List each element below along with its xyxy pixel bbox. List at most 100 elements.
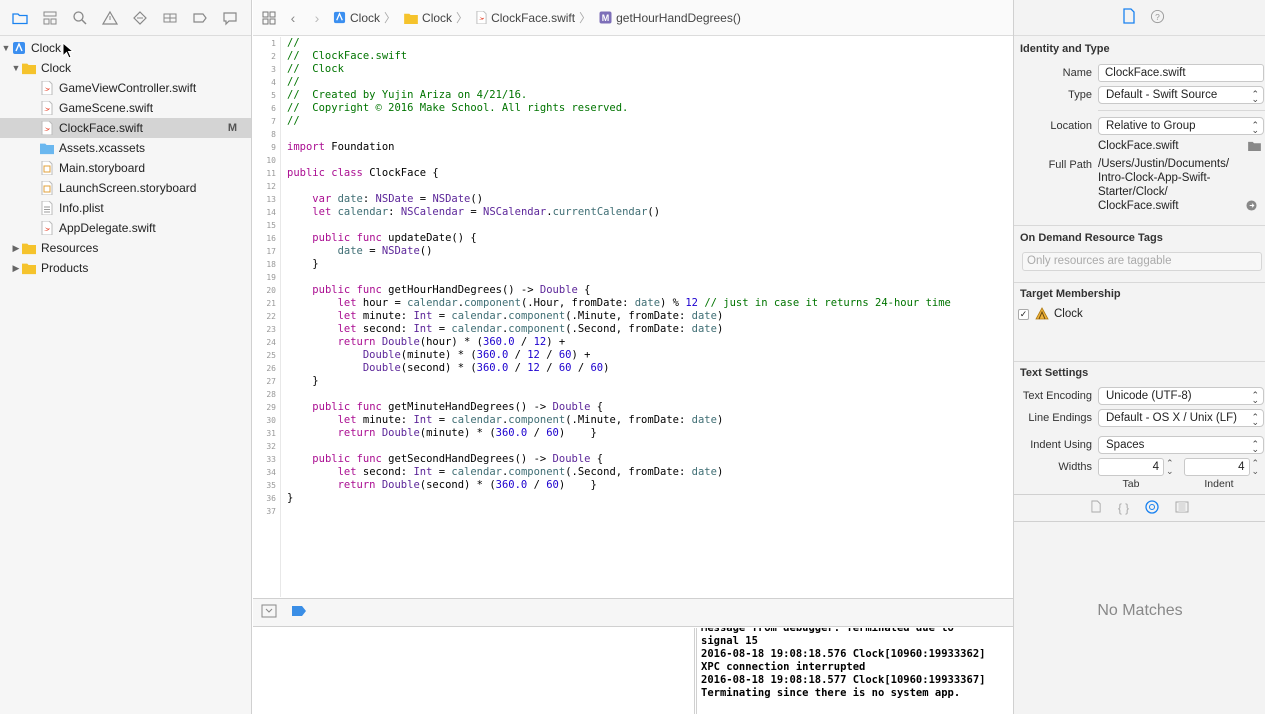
code-line: return Double(hour) * (360.0 / 12) + [337,336,566,348]
code-area[interactable]: 1 2 3 4 5 6 7 8 9 10 11 12 13 14 15 16 17 18 19 20 21 22 23 24 2… [253,37,1013,597]
tree-item-file-selected[interactable]: ClockFace.swift M [0,118,251,138]
tree-item-file[interactable]: LaunchScreen.storyboard [0,178,251,198]
code-snippet-library-icon[interactable]: { } [1118,501,1129,515]
library-tabs: { } [1014,494,1265,522]
line-number: 1 [271,39,276,48]
tree-item-project[interactable]: ▼ Clock [0,38,251,58]
warning-icon[interactable] [100,8,120,28]
breakpoints-toggle-icon[interactable] [291,605,307,620]
code-line: } [287,492,294,504]
hide-debug-area-icon[interactable] [261,604,277,621]
breadcrumb-separator: 〉 [384,11,397,25]
report-icon[interactable] [220,8,240,28]
code-line: public func updateDate() { [312,232,477,244]
line-number: 27 [266,377,276,386]
svg-text:?: ? [1155,11,1160,21]
line-number: 32 [266,442,276,451]
folder-icon [404,13,418,24]
console-line: 2016-08-18 19:08:18.576 Clock[10960:1993… [701,648,986,660]
section-title: On Demand Resource Tags [1020,232,1163,244]
method-icon: M [599,11,612,24]
file-inspector-icon[interactable] [1122,8,1136,27]
related-items-icon[interactable] [257,6,281,30]
tree-item-file[interactable]: Assets.xcassets [0,138,251,158]
media-library-icon[interactable] [1175,501,1189,516]
target-row: ✓ Clock [1018,305,1265,323]
search-icon[interactable] [70,8,90,28]
location-popup[interactable]: Relative to Group [1098,117,1264,138]
name-field[interactable]: ClockFace.swift [1098,64,1264,82]
folder-icon [22,261,36,276]
target-checkbox[interactable]: ✓ [1018,308,1029,320]
storyboard-icon [40,161,54,176]
line-number: 30 [266,416,276,425]
tree-item-file[interactable]: AppDelegate.swift [0,218,251,238]
code-line: let minute: Int = calendar.component(.Mi… [337,414,724,426]
object-library-icon[interactable] [1145,499,1159,517]
line-number: 21 [266,299,276,308]
tree-item-group-clock[interactable]: ▼ Clock [0,58,251,78]
tab-width-stepper[interactable]: ⌃ ⌄ [1166,459,1174,476]
indent-width-field[interactable]: 4 [1183,458,1250,476]
navigator-toolbar [0,0,251,36]
hierarchy-icon[interactable] [40,8,60,28]
breadcrumb-separator: 〉 [579,11,592,25]
text-settings-section: Text Settings Text Encoding Unicode (UTF… [1014,362,1265,492]
tree-item-group-products[interactable]: ▶ Products [0,258,251,278]
file-template-library-icon[interactable] [1091,500,1102,516]
tree-item-file[interactable]: Info.plist [0,198,251,218]
choose-folder-icon[interactable] [1248,140,1261,154]
full-path-line: /Users/Justin/Documents/ [1098,158,1230,170]
tree-item-file[interactable]: GameScene.swift [0,98,251,118]
code-line: var date: NSDate = NSDate() [312,193,484,205]
disclosure-triangle-icon[interactable]: ▶ [10,242,22,254]
disclosure-triangle-icon[interactable]: ▼ [10,62,22,74]
swift-file-icon [476,11,487,24]
breadcrumb-method[interactable]: M getHourHandDegrees() [599,11,741,25]
line-number: 25 [266,351,276,360]
line-number: 14 [266,208,276,217]
reveal-in-finder-icon[interactable] [1246,200,1257,214]
swift-file-icon [40,101,54,116]
tree-item-file[interactable]: GameViewController.swift [0,78,251,98]
forward-arrow-icon[interactable]: › [305,6,329,30]
encoding-popup[interactable]: Unicode (UTF-8) [1098,387,1264,408]
widths-captions: Tab Indent [1014,478,1265,492]
line-endings-popup[interactable]: Default - OS X / Unix (LF) [1098,409,1264,430]
line-number: 33 [266,455,276,464]
debug-icon[interactable] [160,8,180,28]
location-row: Location Relative to Group [1014,115,1265,138]
test-icon[interactable] [130,8,150,28]
tab-width-field[interactable]: 4 [1098,458,1164,476]
tree-item-group-resources[interactable]: ▶ Resources [0,238,251,258]
code-text[interactable]: //// ClockFace.swift// Clock//// Created… [281,37,951,597]
folder-icon[interactable] [10,8,30,28]
mouse-pointer-icon [62,42,74,59]
console-output[interactable]: Message from debugger: Terminated due to… [696,628,1013,714]
breadcrumb-file[interactable]: ClockFace.swift [476,11,575,25]
breadcrumb-label: Clock [350,10,381,25]
breadcrumb-group[interactable]: Clock [404,11,452,25]
line-number: 5 [271,91,276,100]
odr-section: On Demand Resource Tags Only resources a… [1014,226,1265,282]
code-line: public func getSecondHandDegrees() -> Do… [312,453,604,465]
line-number: 7 [271,117,276,126]
inspector-tabs: ? [1014,0,1265,36]
code-line: return Double(second) * (360.0 / 60) } [337,479,597,491]
widths-row: Widths 4 ⌃ ⌄ 4 ⌃ ⌄ [1014,456,1265,478]
tree-item-file[interactable]: Main.storyboard [0,158,251,178]
breakpoint-icon[interactable] [190,8,210,28]
code-line: date = NSDate() [337,245,433,257]
type-popup[interactable]: Default - Swift Source [1098,86,1264,107]
breadcrumb-project[interactable]: Clock [333,11,380,25]
divider [1098,110,1265,111]
indent-using-popup[interactable]: Spaces [1098,436,1264,457]
back-arrow-icon[interactable]: ‹ [281,6,305,30]
quick-help-icon[interactable]: ? [1150,9,1165,27]
disclosure-triangle-icon[interactable]: ▶ [10,262,22,274]
disclosure-triangle-icon[interactable]: ▼ [0,42,12,54]
indent-width-stepper[interactable]: ⌃ ⌄ [1252,459,1260,476]
